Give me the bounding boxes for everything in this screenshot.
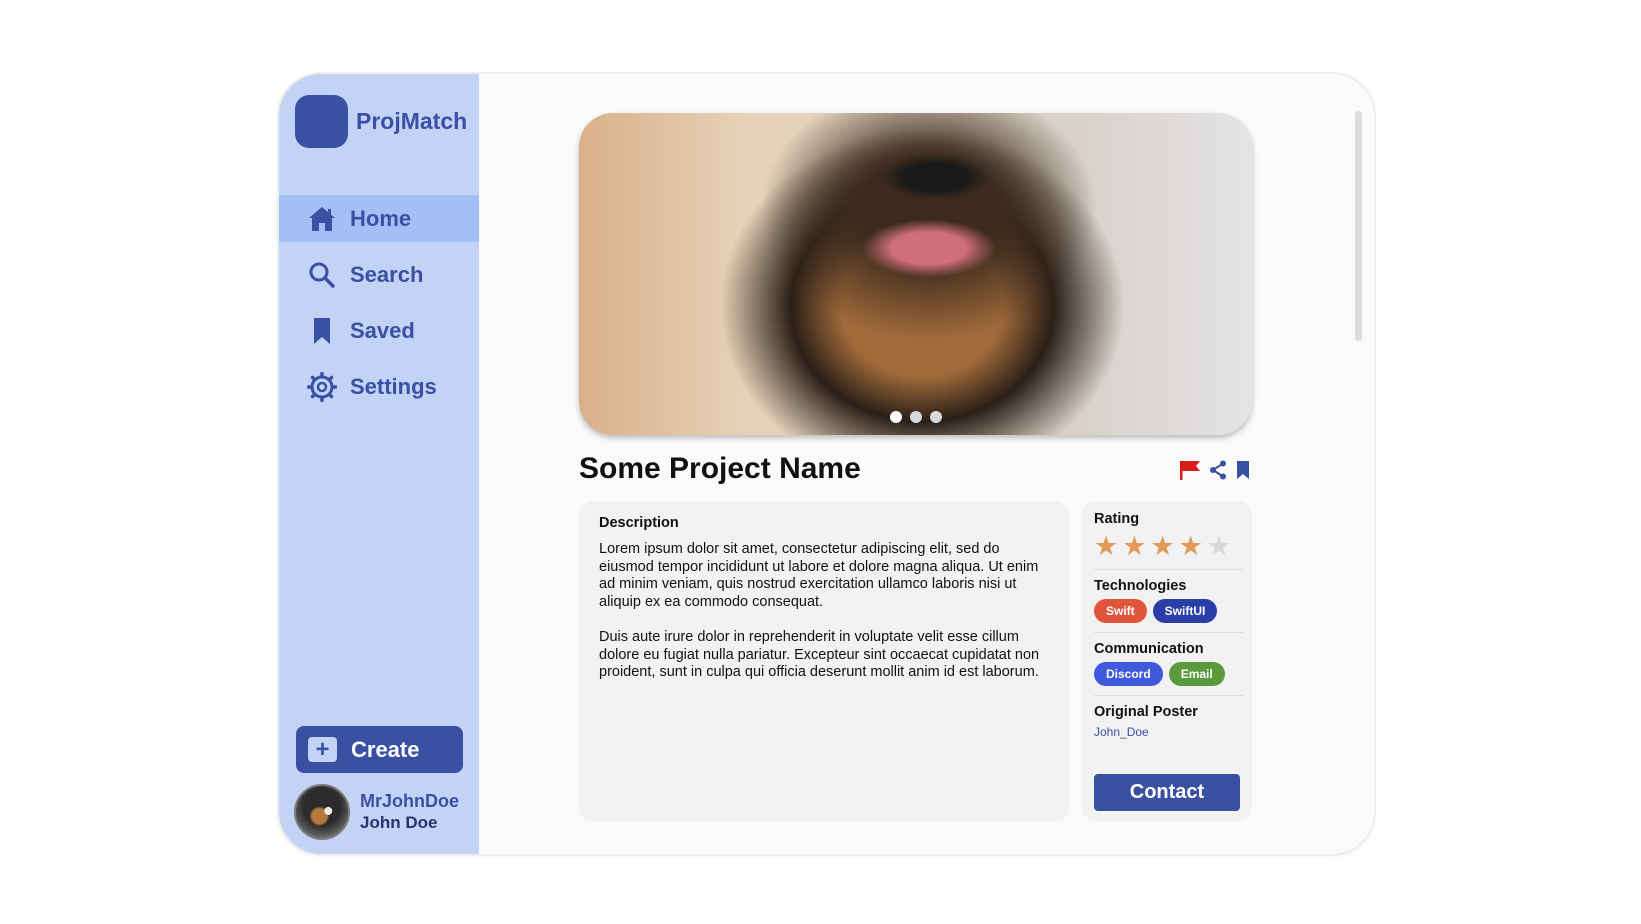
description-card: Description Lorem ipsum dolor sit amet, … [579,501,1069,821]
communication-section: Communication Discord Email [1094,641,1244,696]
sidebar: ProjMatch Home Search Saved Settings + C… [279,74,479,854]
tag-swiftui[interactable]: SwiftUI [1152,599,1218,623]
app-logo [295,95,348,148]
flag-icon[interactable] [1179,460,1201,485]
rating-heading: Rating [1094,511,1140,527]
star-icon: ★ [1178,531,1203,561]
project-image-carousel[interactable] [579,113,1252,435]
sidebar-item-settings[interactable]: Settings [279,363,479,410]
poster-link[interactable]: John_Doe [1094,725,1244,739]
user-profile[interactable]: MrJohnDoe John Doe [294,784,459,840]
brand[interactable]: ProjMatch [295,95,467,148]
technologies-heading: Technologies [1094,578,1187,594]
app-window: ProjMatch Home Search Saved Settings + C… [279,74,1374,854]
carousel-dot[interactable] [889,411,902,423]
tag-swift[interactable]: Swift [1094,599,1147,623]
create-label: Create [351,736,420,762]
sidebar-item-search[interactable]: Search [279,251,479,298]
poster-section: Original Poster John_Doe [1094,704,1244,748]
avatar [294,784,350,840]
bookmark-icon[interactable] [1235,460,1251,485]
scrollbar[interactable] [1355,111,1362,341]
rating-section: Rating ★ ★ ★ ★ ★ [1094,511,1244,570]
carousel-dot[interactable] [929,411,942,423]
description-paragraph: Duis aute irure dolor in reprehenderit i… [599,629,1040,680]
sidebar-item-label: Settings [350,373,437,399]
project-actions [1179,460,1251,485]
search-icon [306,259,338,291]
sidebar-nav: Home Search Saved Settings [279,195,479,419]
project-info-card: Rating ★ ★ ★ ★ ★ Technologies Swift Swif… [1082,501,1252,821]
carousel-dot[interactable] [909,411,922,423]
star-icon: ★ [1206,531,1232,561]
sidebar-item-saved[interactable]: Saved [279,307,479,354]
star-icon: ★ [1122,531,1147,561]
gear-icon [306,371,338,403]
plus-icon: + [308,737,337,762]
user-name: John Doe [360,813,438,832]
technologies-section: Technologies Swift SwiftUI [1094,578,1244,633]
tag-discord[interactable]: Discord [1094,662,1163,686]
communication-heading: Communication [1094,641,1204,657]
app-name: ProjMatch [356,108,468,134]
description-paragraph: Lorem ipsum dolor sit amet, consectetur … [599,541,1039,610]
create-button[interactable]: + Create [296,726,463,773]
user-handle: MrJohnDoe [360,791,459,811]
description-heading: Description [599,515,679,531]
star-icon: ★ [1094,531,1119,561]
sidebar-item-home[interactable]: Home [279,195,479,242]
contact-button[interactable]: Contact [1094,774,1240,811]
home-icon [306,203,338,235]
sidebar-item-label: Home [350,205,412,231]
rating-stars[interactable]: ★ ★ ★ ★ ★ [1094,532,1244,560]
bookmark-icon [306,315,338,347]
poster-heading: Original Poster [1094,704,1198,720]
project-title: Some Project Name [579,452,861,485]
star-icon: ★ [1150,531,1175,561]
sidebar-item-label: Search [350,261,424,287]
sidebar-item-label: Saved [350,317,415,343]
tag-email[interactable]: Email [1168,662,1225,686]
share-icon[interactable] [1209,460,1227,485]
carousel-dots [579,411,1252,423]
